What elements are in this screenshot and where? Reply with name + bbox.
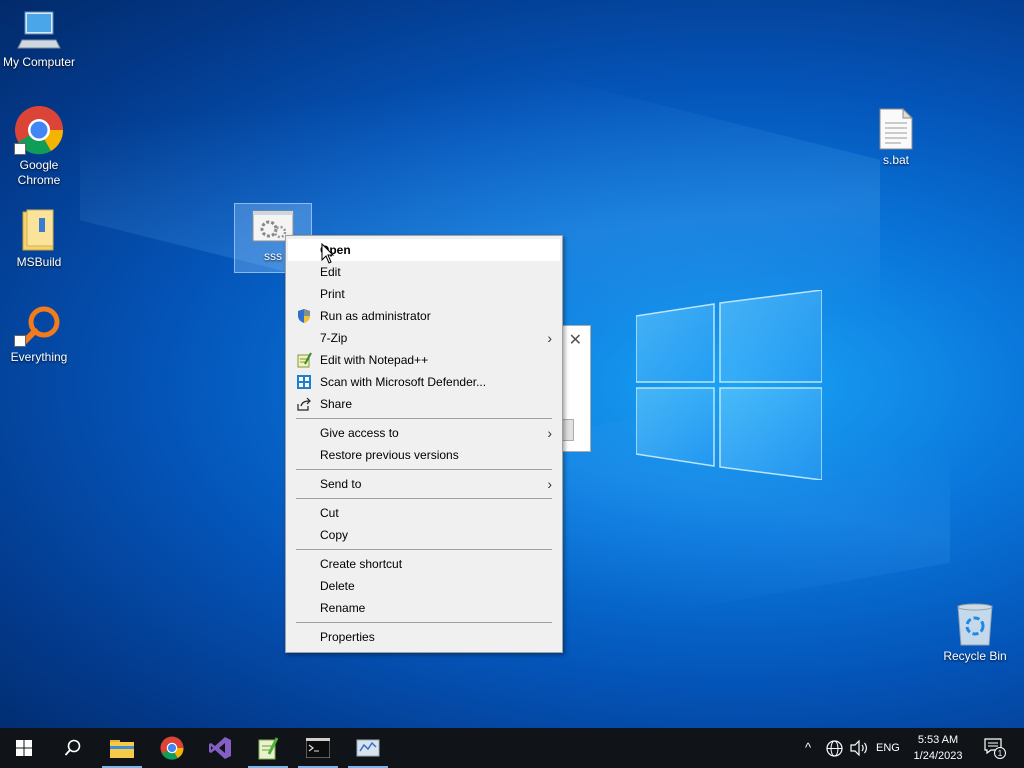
windows-logo-wallpaper [636,290,822,480]
menu-item-share[interactable]: Share [286,393,562,415]
recycle-bin-icon [957,603,993,646]
network-globe-icon[interactable] [826,740,843,757]
desktop-icon-label: s.bat [882,153,909,167]
menu-item-cut[interactable]: Cut [286,502,562,524]
taskbar-task-app[interactable] [344,728,392,768]
task-window-icon [356,739,380,757]
menu-separator [296,469,552,470]
share-icon [297,397,311,411]
menu-item-send-to[interactable]: Send to › [286,473,562,495]
desktop-icon-label: My Computer [2,55,76,69]
desktop-icon-label: Google Chrome [17,158,61,187]
shortcut-arrow-icon [14,143,26,155]
clock-time: 5:53 AM [917,734,959,746]
start-button[interactable] [0,728,48,768]
defender-icon [297,375,311,389]
desktop-icon-msbuild[interactable]: MSBuild [0,208,78,270]
taskbar-chrome[interactable] [148,728,196,768]
menu-item-run-as-administrator[interactable]: Run as administrator [286,305,562,327]
menu-item-copy[interactable]: Copy [286,524,562,546]
desktop-icon-label: Everything [10,350,68,364]
language-indicator[interactable]: ENG [876,728,900,768]
notifications-button[interactable]: 1 [980,736,1010,762]
notepadpp-icon [297,352,312,368]
chevron-right-icon: › [547,425,552,441]
close-icon[interactable]: ✕ [569,330,582,350]
folder-icon [110,740,134,758]
taskbar: ^ ENG 5:53 AM 1/24/2023 1 [0,728,1024,768]
clock[interactable]: 5:53 AM 1/24/2023 [905,732,971,764]
text-file-icon [879,108,913,150]
desktop-icon-label: MSBuild [16,255,62,269]
menu-item-properties[interactable]: Properties [286,626,562,648]
folder-icon [22,209,54,251]
taskbar-notepadpp[interactable] [244,728,292,768]
search-button[interactable] [48,728,96,768]
menu-item-give-access-to[interactable]: Give access to › [286,422,562,444]
menu-separator [296,418,552,419]
menu-item-7-zip[interactable]: 7-Zip › [286,327,562,349]
menu-item-rename[interactable]: Rename [286,597,562,619]
desktop-icon-label: Recycle Bin [943,649,1007,663]
notification-count-badge: 1 [994,747,1006,759]
menu-item-edit-with-notepadpp[interactable]: Edit with Notepad++ [286,349,562,371]
computer-icon [17,11,61,49]
uac-shield-icon [298,309,310,323]
desktop-icon-everything[interactable]: Everything [0,305,78,365]
chrome-icon [160,736,184,760]
desktop-icon-recycle-bin[interactable]: Recycle Bin [936,602,1014,664]
chevron-right-icon: › [547,330,552,346]
volume-icon[interactable] [850,740,868,756]
notepadpp-icon [258,737,279,760]
menu-item-create-shortcut[interactable]: Create shortcut [286,553,562,575]
chevron-right-icon: › [547,476,552,492]
menu-separator [296,549,552,550]
menu-separator [296,622,552,623]
menu-item-scan-with-defender[interactable]: Scan with Microsoft Defender... [286,371,562,393]
show-hidden-icons-caret[interactable]: ^ [805,728,811,768]
menu-item-delete[interactable]: Delete [286,575,562,597]
taskbar-file-explorer[interactable] [98,728,146,768]
desktop-icon-label: sss [264,249,282,263]
desktop-icon-my-computer[interactable]: My Computer [0,10,78,70]
windows-start-icon [16,740,32,756]
command-prompt-icon [306,738,330,758]
context-menu: Open Edit Print Run as administrator 7-Z… [285,235,563,653]
clock-date: 1/24/2023 [913,750,963,762]
menu-item-restore-previous-versions[interactable]: Restore previous versions [286,444,562,466]
menu-separator [296,498,552,499]
menu-item-print[interactable]: Print [286,283,562,305]
mouse-cursor-icon [321,243,335,264]
search-icon [64,739,81,756]
desktop-icon-s-bat[interactable]: s.bat [857,108,935,168]
visual-studio-icon [209,737,231,759]
shortcut-arrow-icon [14,335,26,347]
desktop-icon-google-chrome[interactable]: Google Chrome [0,105,78,188]
taskbar-command-prompt[interactable] [294,728,342,768]
taskbar-visual-studio[interactable] [196,728,244,768]
